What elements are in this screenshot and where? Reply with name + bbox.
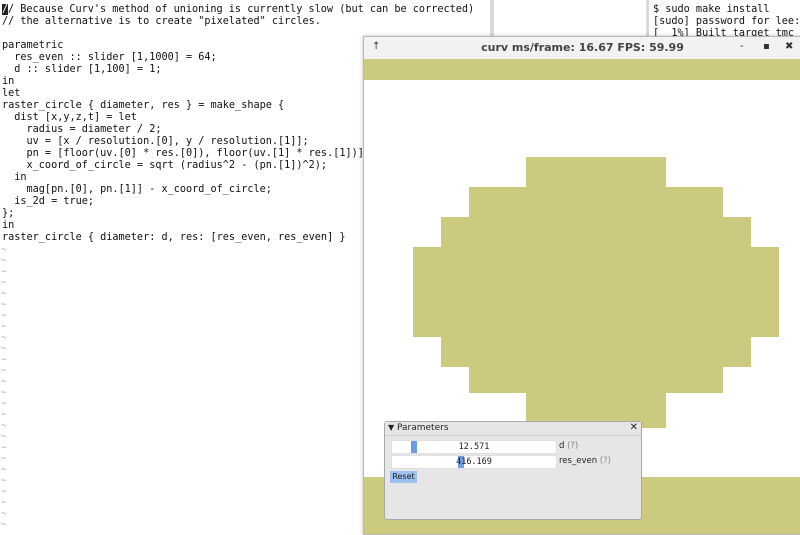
res-even-label: res_even (?) [559, 456, 611, 466]
code-line[interactable]: in [2, 220, 14, 232]
d-slider[interactable]: 12.571 [391, 440, 557, 454]
parameters-panel: ▼ Parameters ✕ 12.571 d (?) 416.169 res_… [384, 421, 642, 520]
code-line[interactable]: x_coord_of_circle = sqrt (radius^2 - (pn… [2, 160, 328, 172]
circle-pixel-row [469, 187, 723, 217]
code-line[interactable]: d :: slider [1,100] = 1; [2, 64, 161, 76]
code-line[interactable]: radius = diameter / 2; [2, 124, 162, 136]
code-line[interactable]: in [2, 76, 14, 88]
terminal-line: $ sudo make install [653, 4, 770, 15]
d-help[interactable]: (?) [567, 441, 578, 451]
circle-pixel-row [441, 337, 751, 367]
code-line[interactable]: // Because Curv's method of unioning is … [2, 4, 474, 16]
top-band [364, 59, 800, 80]
circle-pixel-row [469, 367, 723, 393]
window-titlebar[interactable]: ↑ curv ms/frame: 16.67 FPS: 59.99 - ▪ ✖ [364, 37, 800, 60]
res-even-value: 416.169 [456, 457, 492, 467]
code-line[interactable]: // the alternative is to create "pixelat… [2, 16, 321, 28]
parameters-title: Parameters [397, 423, 449, 433]
d-label: d (?) [559, 441, 579, 451]
code-line[interactable]: in [2, 172, 26, 184]
circle-pixel-row [413, 247, 779, 337]
code-line[interactable]: raster_circle { diameter: d, res: [res_e… [2, 232, 345, 244]
maximize-icon[interactable]: ▪ [763, 41, 770, 52]
close-icon[interactable]: ✖ [785, 41, 793, 52]
code-line[interactable]: dist [x,y,z,t] = let [2, 112, 137, 124]
code-line[interactable]: parametric [2, 40, 63, 52]
code-line[interactable]: is_2d = true; [2, 196, 94, 208]
res-even-help[interactable]: (?) [600, 456, 611, 466]
d-value: 12.571 [458, 442, 490, 452]
code-line[interactable]: uv = [x / resolution.[0], y / resolution… [2, 136, 309, 148]
code-line[interactable]: let [2, 88, 20, 100]
terminal-line: [sudo] password for lee: [653, 16, 800, 27]
code-text: / Because Curv's method of unioning is c… [8, 4, 475, 15]
reset-button[interactable]: Reset [390, 471, 417, 483]
circle-pixel-row [526, 157, 666, 187]
code-line[interactable]: }; [2, 208, 14, 220]
code-line[interactable]: raster_circle { diameter, res } = make_s… [2, 100, 284, 112]
window-title: curv ms/frame: 16.67 FPS: 59.99 [481, 41, 684, 54]
code-line[interactable]: mag[pn.[0], pn.[1]] - x_coord_of_circle; [2, 184, 272, 196]
code-line[interactable]: pn = [floor(uv.[0] * res.[0]), floor(uv.… [2, 148, 364, 160]
circle-pixel-row [441, 217, 751, 247]
code-line[interactable]: res_even :: slider [1,1000] = 64; [2, 52, 216, 64]
res-even-slider[interactable]: 416.169 [391, 455, 557, 469]
close-icon[interactable]: ✕ [630, 422, 638, 433]
parameters-header[interactable]: ▼ Parameters ✕ [385, 422, 641, 436]
collapse-arrow-icon[interactable]: ▼ [388, 423, 394, 432]
minimize-icon[interactable]: - [740, 41, 744, 52]
